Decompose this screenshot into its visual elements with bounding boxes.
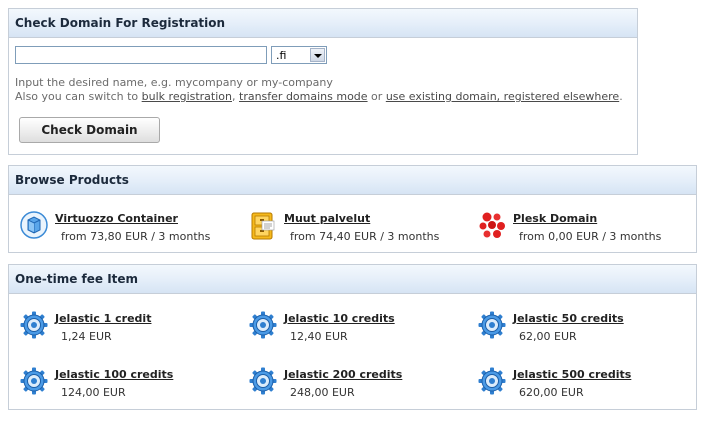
gear-icon xyxy=(19,310,49,340)
tld-selected-value: .fi xyxy=(276,49,287,62)
one-time-fee-panel: One-time fee Item Jelastic 1 credit 1,24… xyxy=(8,264,697,410)
fee-item-title[interactable]: Jelastic 200 credits xyxy=(284,368,402,381)
product-item-plesk-domain[interactable]: Plesk Domain from 0,00 EUR / 3 months xyxy=(477,210,687,246)
domain-hint: Input the desired name, e.g. mycompany o… xyxy=(15,76,623,104)
one-time-fee-header: One-time fee Item xyxy=(9,265,696,294)
hint-line-1: Input the desired name, e.g. mycompany o… xyxy=(15,76,333,89)
fee-item-jelastic-1[interactable]: Jelastic 1 credit 1,24 EUR xyxy=(19,310,239,346)
tld-select[interactable]: .fi xyxy=(271,46,327,64)
fee-item-price: 248,00 EUR xyxy=(290,386,355,399)
fee-item-price: 620,00 EUR xyxy=(519,386,584,399)
fee-item-jelastic-50[interactable]: Jelastic 50 credits 62,00 EUR xyxy=(477,310,687,346)
fee-item-title[interactable]: Jelastic 1 credit xyxy=(55,312,151,325)
check-domain-header: Check Domain For Registration xyxy=(9,9,637,38)
product-price: from 0,00 EUR / 3 months xyxy=(519,230,662,243)
fee-item-jelastic-500[interactable]: Jelastic 500 credits 620,00 EUR xyxy=(477,366,687,402)
hint-line-2: Also you can switch to bulk registration… xyxy=(15,90,623,104)
browse-products-panel: Browse Products Virtuozzo Container from… xyxy=(8,165,697,253)
fee-item-title[interactable]: Jelastic 50 credits xyxy=(513,312,624,325)
product-item-muut-palvelut[interactable]: Muut palvelut from 74,40 EUR / 3 months xyxy=(248,210,468,246)
product-price: from 74,40 EUR / 3 months xyxy=(290,230,440,243)
product-title[interactable]: Muut palvelut xyxy=(284,212,370,225)
chevron-down-icon[interactable] xyxy=(310,48,325,62)
check-domain-panel: Check Domain For Registration .fi Input … xyxy=(8,8,638,155)
gear-icon xyxy=(248,310,278,340)
fee-item-title[interactable]: Jelastic 100 credits xyxy=(55,368,173,381)
bulk-registration-link[interactable]: bulk registration xyxy=(142,90,232,103)
fee-item-price: 124,00 EUR xyxy=(61,386,126,399)
hint-sep-1: , xyxy=(232,90,239,103)
container-cube-icon xyxy=(19,210,49,240)
check-domain-button[interactable]: Check Domain xyxy=(19,117,160,143)
gear-icon xyxy=(477,366,507,396)
domain-name-input[interactable] xyxy=(15,46,267,64)
gear-icon xyxy=(477,310,507,340)
hint-sep-2: or xyxy=(367,90,386,103)
red-dots-icon xyxy=(477,210,507,240)
file-cabinet-icon xyxy=(248,210,278,240)
product-item-virtuozzo[interactable]: Virtuozzo Container from 73,80 EUR / 3 m… xyxy=(19,210,239,246)
product-title[interactable]: Plesk Domain xyxy=(513,212,597,225)
browse-products-header: Browse Products xyxy=(9,166,696,195)
product-price: from 73,80 EUR / 3 months xyxy=(61,230,211,243)
product-title[interactable]: Virtuozzo Container xyxy=(55,212,178,225)
fee-item-jelastic-200[interactable]: Jelastic 200 credits 248,00 EUR xyxy=(248,366,468,402)
gear-icon xyxy=(19,366,49,396)
fee-item-title[interactable]: Jelastic 500 credits xyxy=(513,368,631,381)
hint-prefix: Also you can switch to xyxy=(15,90,142,103)
hint-suffix: . xyxy=(619,90,623,103)
fee-item-price: 1,24 EUR xyxy=(61,330,112,343)
fee-item-title[interactable]: Jelastic 10 credits xyxy=(284,312,395,325)
use-existing-domain-link[interactable]: use existing domain, registered elsewher… xyxy=(386,90,619,103)
fee-item-price: 12,40 EUR xyxy=(290,330,348,343)
gear-icon xyxy=(248,366,278,396)
transfer-domains-link[interactable]: transfer domains mode xyxy=(239,90,368,103)
fee-item-jelastic-10[interactable]: Jelastic 10 credits 12,40 EUR xyxy=(248,310,468,346)
fee-item-price: 62,00 EUR xyxy=(519,330,577,343)
fee-item-jelastic-100[interactable]: Jelastic 100 credits 124,00 EUR xyxy=(19,366,239,402)
